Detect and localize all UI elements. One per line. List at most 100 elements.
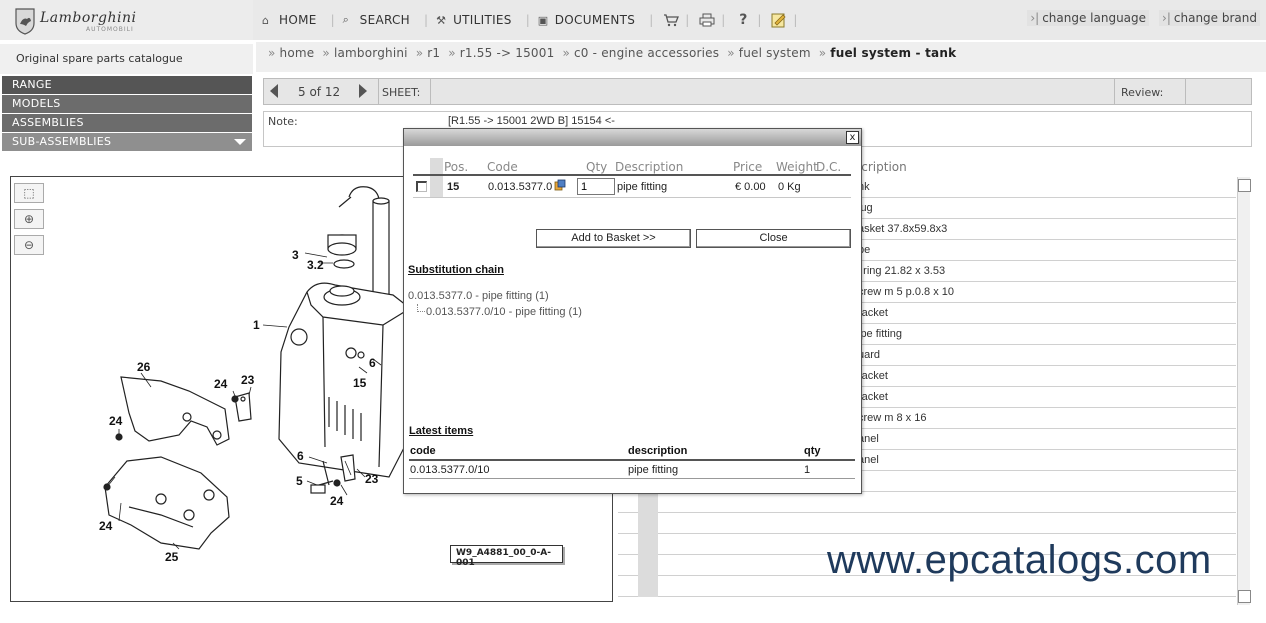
breadcrumb-item[interactable]: r1.55 -> 15001 [460, 46, 555, 60]
scroll-up-icon[interactable] [1238, 179, 1251, 192]
table-row[interactable] [618, 492, 1236, 513]
sidebar-item-models[interactable]: MODELS [2, 95, 252, 113]
nav-separator: | [330, 13, 335, 27]
popup-titlebar[interactable] [404, 129, 861, 146]
chain-item[interactable]: 0.013.5377.0/10 - pipe fitting (1) [426, 306, 582, 318]
row-description: racket [858, 370, 888, 382]
nav-utilities-label: UTILITIES [453, 13, 512, 27]
breadcrumb-item[interactable]: c0 - engine accessories [574, 46, 719, 60]
sidebar-item-range[interactable]: RANGE [2, 76, 252, 94]
nav-search-label: SEARCH [359, 13, 411, 27]
nav-separator: | [793, 13, 798, 27]
divider [1185, 79, 1186, 104]
latest-col-code: code [410, 445, 436, 457]
latest-row-code[interactable]: 0.013.5377.0/10 [410, 464, 490, 476]
close-icon[interactable]: x [846, 131, 859, 144]
breadcrumb-item[interactable]: home [280, 46, 315, 60]
help-icon[interactable]: ? [733, 10, 753, 30]
breadcrumb-separator: » [818, 46, 827, 60]
catalogue-title: Original spare parts catalogue [16, 52, 183, 65]
chevron-down-icon [234, 139, 246, 145]
row-divider [409, 478, 855, 479]
latest-col-qty: qty [804, 445, 821, 457]
quantity-input[interactable] [577, 178, 615, 195]
notes-icon[interactable] [769, 10, 789, 30]
row-description: asket 37.8x59.8x3 [858, 223, 948, 235]
close-button[interactable]: Close [696, 229, 851, 248]
sheet-label: SHEET: [382, 86, 421, 99]
lamborghini-shield-icon [15, 8, 35, 35]
latest-col-description: description [628, 445, 688, 457]
print-icon[interactable] [697, 10, 717, 30]
parts-list-header: scription [855, 160, 907, 174]
sidebar-item-label: SUB-ASSEMBLIES [12, 135, 112, 148]
change-brand-link[interactable]: ›| change brand [1159, 10, 1260, 26]
sidebar-item-assemblies[interactable]: ASSEMBLIES [2, 114, 252, 132]
sidebar-item-sub-assemblies[interactable]: SUB-ASSEMBLIES [2, 133, 252, 151]
top-links: ›| change language ›| change brand [1017, 10, 1260, 26]
col-code: Code [487, 160, 518, 174]
nav-utilities[interactable]: ⚒ UTILITIES [436, 13, 512, 27]
row-description: crew m 8 x 16 [858, 412, 927, 424]
row-description: ipe fitting [858, 328, 903, 340]
callout-label: 23 [241, 373, 255, 387]
main-nav: ⌂ HOME | ⌕ SEARCH | ⚒ UTILITIES | ▣ DOCUMENT… [262, 8, 805, 32]
row-gutter [638, 555, 658, 576]
tree-branch [417, 304, 425, 312]
parts-list-scrollbar[interactable] [1237, 177, 1251, 605]
col-weight: Weight [776, 160, 818, 174]
breadcrumb-item[interactable]: fuel system [739, 46, 811, 60]
nav-separator: | [757, 13, 762, 27]
previous-page-icon[interactable] [270, 84, 278, 98]
substitution-chain-title: Substitution chain [408, 264, 504, 276]
row-description: pipe fitting [617, 181, 668, 193]
col-dc: D.C. [816, 160, 842, 174]
breadcrumb-separator: » [415, 46, 424, 60]
callout-label: 24 [99, 519, 113, 533]
callout-label: 1 [253, 318, 260, 332]
breadcrumb-separator: » [727, 46, 735, 60]
callout-label: 3 [292, 248, 299, 262]
breadcrumb: » home » lamborghini » r1 » r1.55 -> 15001 »… [264, 46, 956, 60]
note-value: [R1.55 -> 15001 2WD B] 15154 <- [448, 115, 615, 127]
row-description: racket [858, 307, 888, 319]
col-description: Description [615, 160, 684, 174]
next-page-icon[interactable] [359, 84, 367, 98]
row-gutter [638, 576, 658, 597]
change-language-link[interactable]: ›| change language [1027, 10, 1150, 26]
cart-icon[interactable] [661, 10, 681, 30]
add-to-basket-button[interactable]: Add to Basket >> [536, 229, 691, 248]
breadcrumb-separator: » [448, 46, 456, 60]
brand-logo[interactable]: Lamborghini [40, 10, 136, 26]
nav-search[interactable]: ⌕ SEARCH [343, 13, 410, 27]
scroll-down-icon[interactable] [1238, 590, 1251, 603]
nav-home[interactable]: ⌂ HOME [262, 13, 317, 27]
review-label: Review: [1121, 86, 1164, 99]
arrow-right-icon: ›| [1030, 11, 1040, 25]
breadcrumb-item[interactable]: lamborghini [334, 46, 408, 60]
chain-item[interactable]: 0.013.5377.0 - pipe fitting (1) [408, 290, 549, 302]
pager-text: 5 of 12 [298, 85, 341, 99]
nav-separator: | [685, 13, 690, 27]
callout-label: 25 [165, 550, 179, 564]
col-pos: Pos. [444, 160, 469, 174]
nav-documents[interactable]: ▣ DOCUMENTS [538, 13, 635, 27]
breadcrumb-separator: » [268, 46, 276, 60]
arrow-right-icon: ›| [1162, 11, 1171, 25]
row-code[interactable]: 0.013.5377.0 [488, 181, 552, 193]
nav-documents-label: DOCUMENTS [554, 13, 636, 27]
callout-label: 24 [330, 494, 344, 508]
row-divider [413, 197, 851, 198]
part-info-icon[interactable] [554, 179, 566, 191]
nav-separator: | [424, 13, 429, 27]
callout-label: 6 [369, 356, 376, 370]
table-row[interactable] [618, 513, 1236, 534]
select-checkbox[interactable] [416, 181, 427, 192]
row-price: € 0.00 [735, 181, 766, 193]
nav-separator: | [649, 13, 654, 27]
callout-label: 23 [365, 472, 379, 486]
divider [430, 79, 431, 104]
latest-items-title: Latest items [409, 425, 474, 437]
breadcrumb-item[interactable]: r1 [427, 46, 440, 60]
row-gutter [638, 534, 658, 555]
